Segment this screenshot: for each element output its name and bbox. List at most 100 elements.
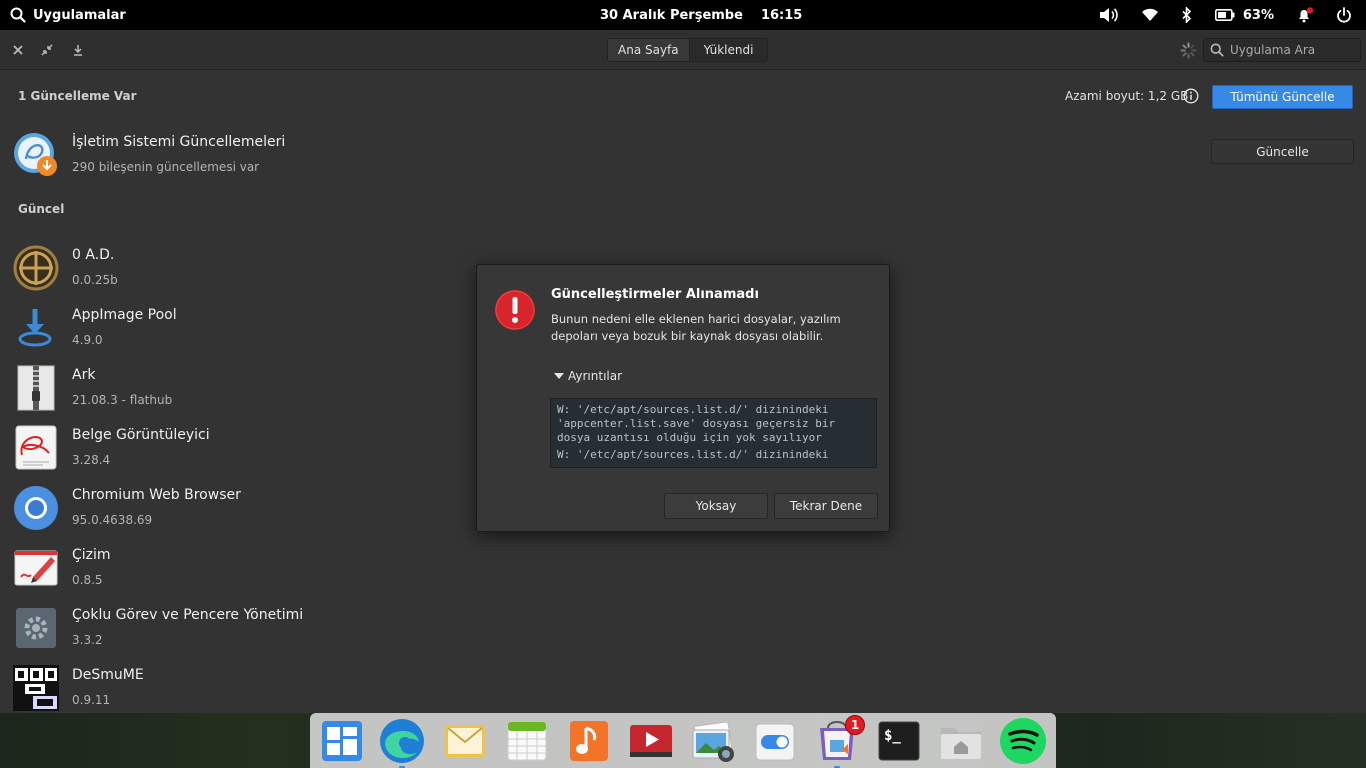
0ad-icon bbox=[13, 245, 59, 291]
app-version: 21.08.3 - flathub bbox=[72, 393, 173, 407]
app-version: 4.9.0 bbox=[72, 333, 103, 347]
applications-menu[interactable]: Uygulamalar bbox=[10, 0, 126, 30]
log-line: 'appcenter.list.save' dosyası geçersiz b… bbox=[557, 417, 836, 430]
top-panel: Uygulamalar 30 Aralık Perşembe 16:15 63% bbox=[0, 0, 1366, 30]
settings-icon bbox=[755, 723, 795, 761]
appimage-pool-icon bbox=[18, 309, 52, 347]
info-icon[interactable] bbox=[1183, 88, 1199, 104]
dock-edge[interactable] bbox=[377, 716, 427, 768]
dock-terminal[interactable]: $_ bbox=[874, 716, 924, 766]
dock: 1 $_ bbox=[310, 713, 1056, 768]
battery-percent: 63% bbox=[1242, 7, 1274, 23]
dialog-message: Bunun nedeni elle eklenen harici dosyala… bbox=[551, 312, 841, 343]
download-icon bbox=[74, 45, 82, 56]
desmume-icon bbox=[13, 665, 59, 711]
tab-home[interactable]: Ana Sayfa bbox=[608, 39, 689, 61]
log-line: W: '/etc/apt/sources.list.d/' dizinindek… bbox=[557, 448, 829, 461]
dock-calendar[interactable] bbox=[502, 716, 552, 766]
app-row[interactable]: Çizim 0.8.5 bbox=[0, 545, 1366, 605]
close-button[interactable] bbox=[9, 41, 27, 59]
svg-text:$_: $_ bbox=[884, 728, 901, 744]
os-update-row[interactable]: İşletim Sistemi Güncellemeleri 290 bileş… bbox=[0, 132, 1366, 192]
search-icon bbox=[10, 7, 26, 23]
current-section-title: Güncel bbox=[18, 202, 65, 216]
details-label: Ayrıntılar bbox=[568, 369, 623, 383]
videos-icon bbox=[630, 725, 672, 757]
datetime-indicator[interactable]: 30 Aralık Perşembe 16:15 bbox=[600, 0, 802, 30]
app-version: 95.0.4638.69 bbox=[72, 513, 153, 527]
search-icon bbox=[1210, 43, 1224, 57]
search-input[interactable] bbox=[1230, 43, 1360, 57]
details-log[interactable]: W: '/etc/apt/sources.list.d/' dizinindek… bbox=[550, 398, 877, 468]
multitasking-view-icon bbox=[322, 721, 362, 761]
os-updates-icon bbox=[14, 133, 57, 176]
wifi-icon[interactable] bbox=[1141, 8, 1159, 22]
terminal-icon: $_ bbox=[878, 721, 920, 761]
app-version: 0.9.11 bbox=[72, 693, 111, 707]
dock-settings[interactable] bbox=[750, 716, 800, 766]
music-icon bbox=[570, 721, 608, 761]
max-size-label: Azami boyut: 1,2 GB bbox=[1065, 89, 1189, 103]
battery-icon bbox=[1214, 9, 1235, 21]
volume-icon[interactable] bbox=[1099, 7, 1119, 23]
time-label: 16:15 bbox=[760, 7, 803, 23]
chromium-icon bbox=[14, 486, 58, 530]
drawing-icon bbox=[14, 550, 58, 586]
headerbar: Ana Sayfa Yüklendi bbox=[0, 30, 1366, 70]
photos-icon bbox=[692, 721, 734, 762]
power-icon[interactable] bbox=[1336, 7, 1352, 23]
retry-button[interactable]: Tekrar Dene bbox=[774, 493, 878, 519]
os-update-detail: 290 bileşenin güncellemesi var bbox=[72, 160, 260, 174]
os-update-name: İşletim Sistemi Güncellemeleri bbox=[72, 134, 286, 150]
document-viewer-icon bbox=[15, 425, 57, 470]
edge-browser-icon bbox=[380, 719, 424, 763]
error-dialog: Güncelleştirmeler Alınamadı Bunun nedeni… bbox=[476, 264, 890, 532]
log-line: W: '/etc/apt/sources.list.d/' dizinindek… bbox=[557, 403, 829, 416]
app-name: AppImage Pool bbox=[72, 307, 177, 323]
unmaximize-button[interactable] bbox=[38, 41, 56, 59]
dock-files[interactable] bbox=[936, 716, 986, 766]
app-name: Belge Görüntüleyici bbox=[72, 427, 210, 443]
battery-indicator[interactable]: 63% bbox=[1214, 7, 1274, 23]
close-icon bbox=[13, 45, 23, 55]
dock-appcenter[interactable]: 1 bbox=[812, 715, 865, 768]
files-icon bbox=[941, 728, 981, 759]
app-version: 0.8.5 bbox=[72, 573, 103, 587]
dock-videos[interactable] bbox=[626, 716, 676, 766]
log-line: dosya uzantısı olduğu için yok sayılıyor bbox=[557, 431, 822, 444]
dock-spotify[interactable] bbox=[998, 716, 1048, 766]
expander-down-icon bbox=[554, 373, 564, 379]
ark-icon bbox=[17, 365, 55, 411]
app-name: Chromium Web Browser bbox=[72, 487, 241, 503]
details-expander[interactable]: Ayrıntılar bbox=[554, 369, 622, 383]
unmaximize-icon bbox=[41, 44, 53, 56]
tab-installed[interactable]: Yüklendi bbox=[688, 39, 768, 61]
download-button[interactable] bbox=[69, 41, 87, 59]
dock-mail[interactable] bbox=[440, 716, 490, 766]
app-version: 3.28.4 bbox=[72, 453, 111, 467]
calendar-icon bbox=[507, 721, 547, 761]
update-all-button[interactable]: Tümünü Güncelle bbox=[1212, 85, 1353, 109]
app-name: Çoklu Görev ve Pencere Yönetimi bbox=[72, 607, 304, 623]
dock-music[interactable] bbox=[564, 716, 614, 766]
app-version: 3.3.2 bbox=[72, 633, 103, 647]
dock-photos[interactable] bbox=[688, 716, 738, 766]
loading-spinner-icon bbox=[1180, 42, 1197, 59]
update-os-button[interactable]: Güncelle bbox=[1211, 139, 1354, 164]
app-name: Ark bbox=[72, 367, 96, 383]
bluetooth-icon[interactable] bbox=[1181, 7, 1193, 23]
app-row[interactable]: Çoklu Görev ve Pencere Yönetimi 3.3.2 bbox=[0, 605, 1366, 665]
search-field[interactable] bbox=[1203, 38, 1361, 62]
app-version: 0.0.25b bbox=[72, 273, 118, 287]
error-icon bbox=[495, 290, 535, 330]
app-name: 0 A.D. bbox=[72, 247, 115, 263]
applications-label: Uygulamalar bbox=[33, 7, 126, 23]
dialog-title: Güncelleştirmeler Alınamadı bbox=[551, 287, 759, 302]
spotify-icon bbox=[1000, 718, 1046, 764]
date-label: 30 Aralık Perşembe bbox=[600, 7, 743, 23]
dock-multitasking-view[interactable] bbox=[317, 716, 367, 766]
notifications-icon[interactable] bbox=[1296, 7, 1314, 23]
mail-icon bbox=[445, 725, 485, 757]
ignore-button[interactable]: Yoksay bbox=[664, 493, 768, 519]
updates-section-title: 1 Güncelleme Var bbox=[18, 89, 137, 103]
